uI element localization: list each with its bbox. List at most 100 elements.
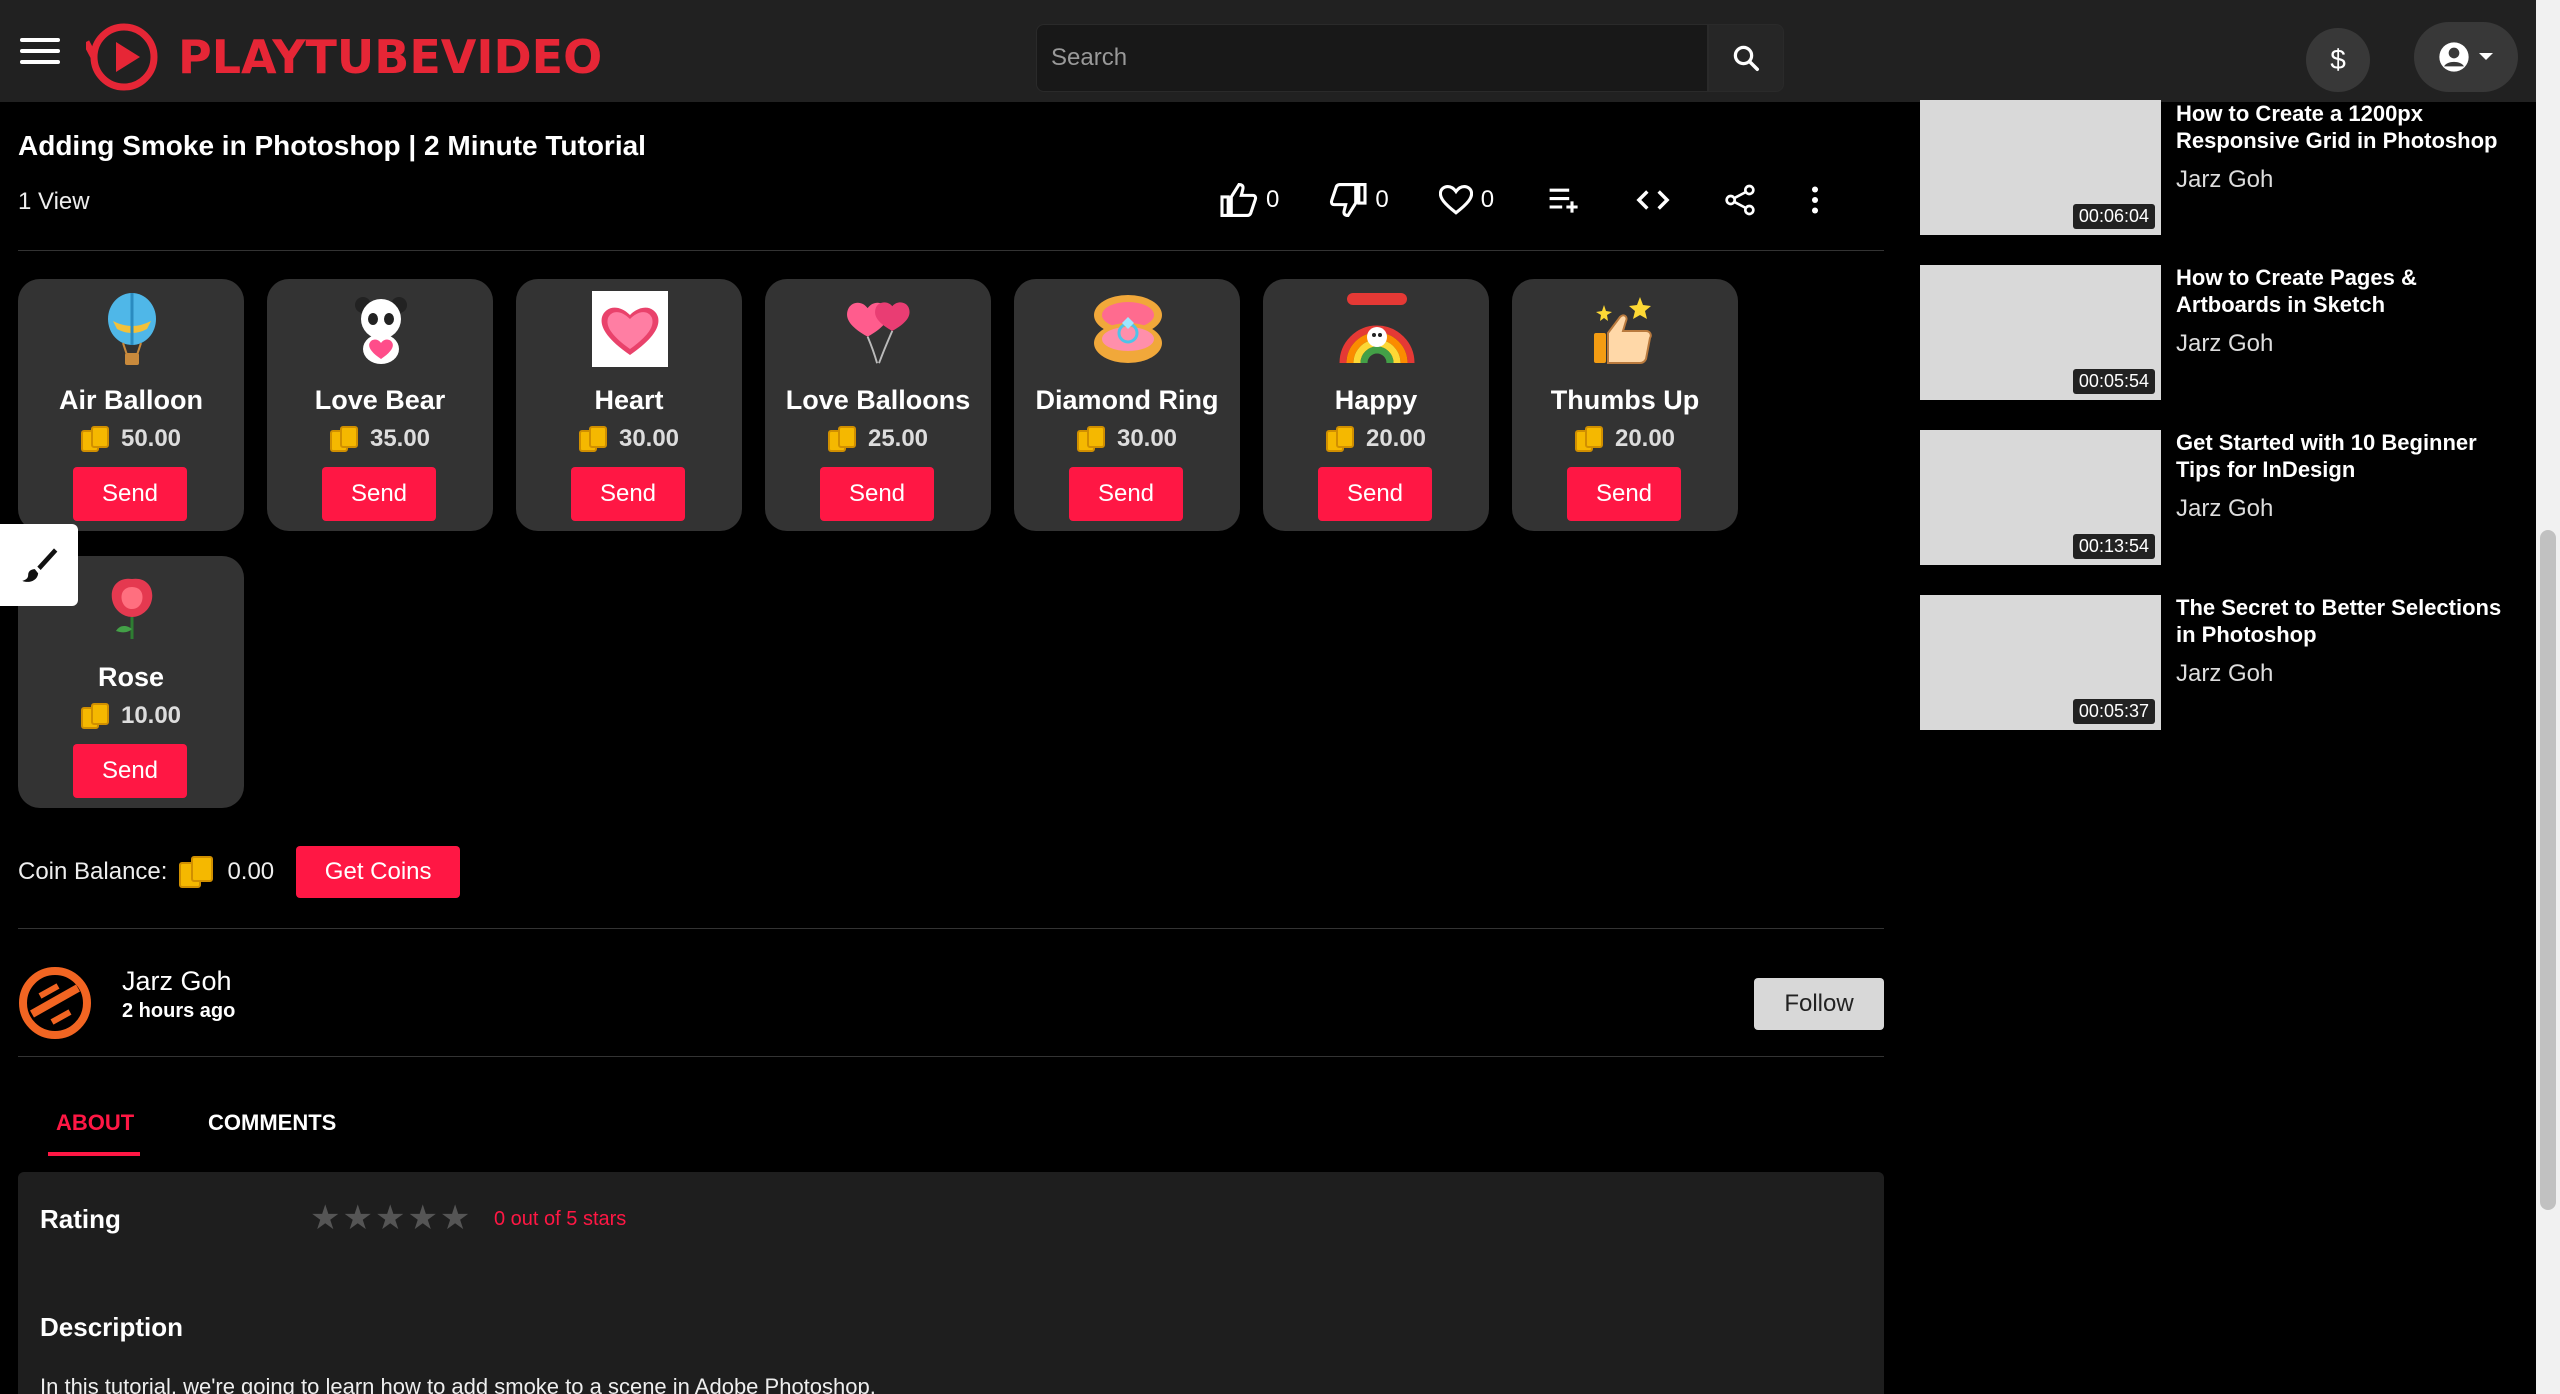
- related-video[interactable]: 00:13:54 Get Started with 10 Beginner Ti…: [1920, 430, 2500, 565]
- coins-icon: [179, 856, 215, 888]
- video-thumbnail[interactable]: 00:05:54: [1920, 265, 2161, 400]
- gift-name: Heart: [594, 385, 664, 415]
- search-button[interactable]: [1708, 24, 1784, 92]
- diamond-ring-icon: [1090, 291, 1166, 367]
- video-thumbnail[interactable]: 00:06:04: [1920, 100, 2161, 235]
- related-video[interactable]: 00:05:54 How to Create Pages & Artboards…: [1920, 265, 2500, 400]
- gift-price: 30.00: [516, 425, 742, 453]
- gift-card: Diamond Ring 30.00 Send: [1014, 279, 1240, 531]
- related-video[interactable]: 00:05:37 The Secret to Better Selections…: [1920, 595, 2501, 730]
- related-video-title[interactable]: How to Create a 1200px Responsive Grid i…: [2176, 100, 2516, 154]
- about-panel: [18, 1172, 1884, 1394]
- divider: [18, 250, 1884, 251]
- related-video-channel[interactable]: Jarz Goh: [2176, 166, 2273, 194]
- send-gift-button[interactable]: Send: [1567, 467, 1681, 521]
- search-input[interactable]: [1036, 24, 1708, 92]
- theme-customizer-button[interactable]: [0, 524, 78, 606]
- related-video-title[interactable]: How to Create Pages & Artboards in Sketc…: [2176, 264, 2516, 318]
- share-button[interactable]: [1724, 184, 1756, 216]
- rating-text: 0 out of 5 stars: [494, 1208, 627, 1230]
- rating-stars[interactable]: ★★★★★: [310, 1198, 472, 1238]
- related-video-channel[interactable]: Jarz Goh: [2176, 330, 2273, 358]
- channel-logo-icon: [19, 967, 91, 1039]
- scrollbar-thumb[interactable]: [2540, 530, 2556, 1210]
- hot-air-balloon-icon: [94, 291, 170, 367]
- page-scrollbar[interactable]: [2536, 0, 2560, 1394]
- coins-icon: [578, 426, 609, 452]
- send-gift-button[interactable]: Send: [1069, 467, 1183, 521]
- active-tab-indicator: [48, 1152, 140, 1156]
- embed-button[interactable]: [1636, 188, 1670, 212]
- favorite-button[interactable]: 0: [1438, 184, 1495, 216]
- video-duration: 00:13:54: [2072, 534, 2155, 559]
- description-label: Description: [40, 1312, 184, 1342]
- video-duration: 00:05:54: [2072, 369, 2155, 394]
- like-button[interactable]: 0: [1220, 183, 1279, 217]
- related-video-title[interactable]: Get Started with 10 Beginner Tips for In…: [2176, 429, 2516, 483]
- hamburger-menu-icon[interactable]: [20, 38, 60, 64]
- gift-price-value: 20.00: [1614, 425, 1676, 452]
- gift-price-value: 30.00: [1116, 425, 1178, 452]
- favorite-count: 0: [1480, 186, 1495, 213]
- heart-balloons-icon: [841, 291, 917, 367]
- more-options-button[interactable]: [1810, 186, 1820, 214]
- gift-name: Thumbs Up: [1550, 385, 1700, 415]
- thumbs-up-icon: [1588, 291, 1664, 367]
- send-gift-button[interactable]: Send: [73, 467, 187, 521]
- video-actions: 0 0 0: [1220, 180, 1820, 220]
- gift-name: Love Balloons: [785, 385, 971, 415]
- related-video-channel[interactable]: Jarz Goh: [2176, 495, 2273, 523]
- tab-about[interactable]: ABOUT: [56, 1110, 134, 1136]
- gift-name: Air Balloon: [58, 385, 203, 415]
- send-gift-button[interactable]: Send: [73, 744, 187, 798]
- paintbrush-icon: [22, 548, 58, 582]
- coins-icon: [329, 426, 360, 452]
- gift-price-value: 30.00: [618, 425, 680, 452]
- thumbs-up-outline-icon: [1220, 183, 1258, 217]
- send-gift-button[interactable]: Send: [571, 467, 685, 521]
- caret-down-icon: [2479, 53, 2493, 60]
- coins-icon: [1076, 426, 1107, 452]
- coin-balance-label: Coin Balance:: [18, 858, 168, 885]
- play-logo-icon: [86, 23, 158, 91]
- dollar-icon: $: [2330, 44, 2346, 75]
- wallet-button[interactable]: $: [2306, 28, 2370, 92]
- user-menu-button[interactable]: [2414, 22, 2518, 92]
- coin-balance: Coin Balance: 0.00 Get Coins: [18, 846, 461, 898]
- divider: [18, 1056, 1884, 1057]
- description-text: In this tutorial, we're going to learn h…: [40, 1374, 876, 1394]
- video-thumbnail[interactable]: 00:05:37: [1920, 595, 2161, 730]
- search-icon: [1733, 45, 1759, 71]
- follow-button[interactable]: Follow: [1754, 978, 1884, 1030]
- rose-icon: [94, 568, 170, 644]
- heart-outline-icon: [1438, 184, 1473, 215]
- channel-name[interactable]: Jarz Goh: [122, 966, 232, 997]
- gift-price-value: 10.00: [120, 702, 182, 729]
- rating-label: Rating: [40, 1204, 121, 1234]
- site-logo[interactable]: PLAYTUBEVIDEO: [86, 22, 602, 92]
- send-gift-button[interactable]: Send: [322, 467, 436, 521]
- dislike-button[interactable]: 0: [1329, 183, 1389, 217]
- get-coins-button[interactable]: Get Coins: [296, 846, 461, 898]
- related-video-title[interactable]: The Secret to Better Selections in Photo…: [2176, 594, 2516, 648]
- tab-comments[interactable]: COMMENTS: [208, 1110, 336, 1136]
- channel-avatar[interactable]: [18, 966, 92, 1040]
- send-gift-button[interactable]: Send: [820, 467, 934, 521]
- heart-icon: [592, 291, 668, 367]
- related-video-channel[interactable]: Jarz Goh: [2176, 660, 2273, 688]
- rainbow-icon: [1339, 291, 1415, 367]
- gift-card: Love Balloons 25.00 Send: [765, 279, 991, 531]
- send-gift-button[interactable]: Send: [1318, 467, 1432, 521]
- gift-price-value: 50.00: [120, 425, 182, 452]
- gift-card: Happy 20.00 Send: [1263, 279, 1489, 531]
- dislike-count: 0: [1375, 186, 1389, 213]
- gift-price: 50.00: [18, 425, 244, 453]
- code-icon: [1636, 190, 1670, 210]
- add-to-playlist-button[interactable]: [1548, 186, 1582, 214]
- gift-price: 10.00: [18, 702, 244, 730]
- upload-time: 2 hours ago: [122, 1000, 236, 1022]
- gift-card: Heart 30.00 Send: [516, 279, 742, 531]
- related-video[interactable]: 00:06:04 How to Create a 1200px Responsi…: [1920, 100, 2500, 235]
- video-thumbnail[interactable]: 00:13:54: [1920, 430, 2161, 565]
- coins-icon: [1325, 426, 1356, 452]
